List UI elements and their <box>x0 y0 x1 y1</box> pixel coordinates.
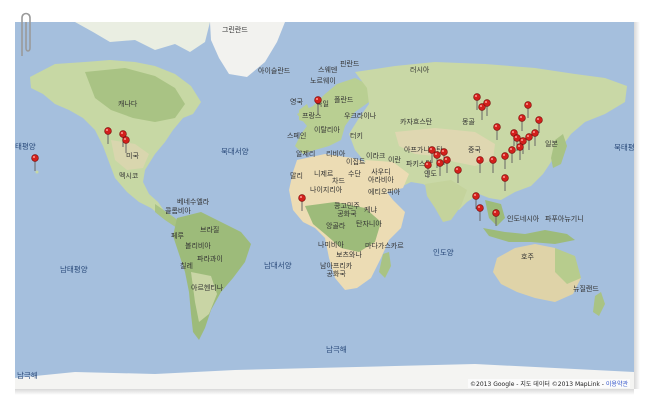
country-label-kenya: 케냐 <box>364 206 377 214</box>
map-copyright: ©2013 Google - 지도 데이터 ©2013 MapLink - 이용… <box>468 379 630 388</box>
country-label-venezuela: 베네수엘라 <box>177 198 210 206</box>
country-label-bolivia: 볼리비아 <box>185 242 211 250</box>
ocean-label-pacific-n-right: 북태평양 <box>614 143 634 152</box>
country-label-sweden: 스웨덴 <box>318 66 338 74</box>
country-label-sudan: 수단 <box>348 170 361 178</box>
country-label-finland: 핀란드 <box>340 60 360 68</box>
ocean-label-indian: 인도양 <box>433 248 454 257</box>
country-label-australia: 호주 <box>521 253 534 261</box>
country-label-iraq: 이라크 <box>366 152 386 160</box>
copyright-text: ©2013 Google - 지도 데이터 ©2013 MapLink - <box>470 381 604 388</box>
country-label-egypt: 이집트 <box>346 158 366 166</box>
map-pin-icon[interactable] <box>104 127 114 145</box>
country-label-botswana: 보츠와나 <box>336 251 362 259</box>
country-label-italy: 이탈리아 <box>314 126 340 134</box>
frame-shadow-right <box>634 22 640 389</box>
map-pin-icon[interactable] <box>501 152 511 170</box>
map-pin-icon[interactable] <box>476 156 486 174</box>
map-pin-icon[interactable] <box>122 136 132 154</box>
country-label-japan: 일본 <box>545 140 558 148</box>
ocean-label-pacific-n-left: 태평양 <box>15 142 36 151</box>
country-label-newzealand: 뉴질랜드 <box>573 285 599 293</box>
country-label-southafrica: 남아프리카 공화국 <box>320 262 353 278</box>
ocean-label-antarctica-left: 남극해 <box>17 371 38 380</box>
country-label-ethiopia: 에티오피아 <box>368 188 401 196</box>
map-pin-icon[interactable] <box>314 96 324 114</box>
map-pin-icon[interactable] <box>492 209 502 227</box>
country-label-iran: 이란 <box>388 156 401 164</box>
country-label-russia: 러시아 <box>410 66 430 74</box>
country-label-colombia: 콜롬비아 <box>165 207 191 215</box>
country-label-argentina: 아르헨티나 <box>191 284 224 292</box>
photo-frame: 그린란드 아이슬란드 노르웨이 스웨덴 핀란드 러시아 영국 독일 폴란드 우크라이나 프랑스 스페인… <box>0 0 649 408</box>
country-label-algeria: 알제리 <box>296 150 316 158</box>
country-label-libya: 리비아 <box>326 150 346 158</box>
country-label-chile: 칠레 <box>180 262 193 270</box>
country-label-angola: 앙골라 <box>326 222 346 230</box>
map-pin-icon[interactable] <box>493 123 503 141</box>
country-label-iceland: 아이슬란드 <box>258 67 291 75</box>
world-map[interactable]: 그린란드 아이슬란드 노르웨이 스웨덴 핀란드 러시아 영국 독일 폴란드 우크라이나 프랑스 스페인… <box>15 22 634 389</box>
country-label-canada: 캐나다 <box>118 100 138 108</box>
ocean-label-atlantic-n: 북대서양 <box>221 147 249 156</box>
country-label-chad: 차드 <box>332 177 345 185</box>
map-pin-icon[interactable] <box>298 194 308 212</box>
country-label-niger: 니제르 <box>314 170 334 178</box>
frame-shadow-bottom <box>15 389 634 395</box>
map-pin-icon[interactable] <box>31 154 41 172</box>
country-label-greenland: 그린란드 <box>222 26 248 34</box>
country-label-madagascar: 마다가스카르 <box>365 242 404 250</box>
map-pin-icon[interactable] <box>501 174 511 192</box>
country-label-kazakhstan: 카자흐스탄 <box>400 118 433 126</box>
map-pin-icon[interactable] <box>524 101 534 119</box>
country-label-peru: 페루 <box>171 232 184 240</box>
country-label-poland: 폴란드 <box>334 96 354 104</box>
country-label-brazil: 브라질 <box>200 226 220 234</box>
country-label-mongolia: 몽골 <box>462 118 475 126</box>
ocean-label-pacific-s: 남태평양 <box>60 265 88 274</box>
map-pin-icon[interactable] <box>454 166 464 184</box>
country-label-ukraine: 우크라이나 <box>344 112 377 120</box>
map-pin-icon[interactable] <box>483 99 493 117</box>
map-pin-icon[interactable] <box>424 161 434 179</box>
paperclip-icon <box>21 12 31 56</box>
country-label-nigeria: 나이지리아 <box>310 186 343 194</box>
country-label-turkey: 터키 <box>350 132 363 140</box>
map-pin-icon[interactable] <box>443 156 453 174</box>
country-label-uk: 영국 <box>290 98 303 106</box>
ocean-label-antarctica: 남극해 <box>326 345 347 354</box>
country-label-tanzania: 탄자니아 <box>356 220 382 228</box>
country-label-paraguay: 파라과이 <box>197 255 223 263</box>
country-label-norway: 노르웨이 <box>310 77 336 85</box>
map-pin-icon[interactable] <box>531 129 541 147</box>
country-label-papua: 파푸아뉴기니 <box>545 215 584 223</box>
country-label-drc: 콩고민주 공화국 <box>334 202 360 218</box>
country-label-china: 중국 <box>468 146 481 154</box>
country-label-spain: 스페인 <box>287 132 307 140</box>
country-label-mexico: 멕시코 <box>119 172 139 180</box>
map-pin-icon[interactable] <box>476 204 486 222</box>
country-label-mali: 말리 <box>290 172 303 180</box>
terms-link[interactable]: 이용약관 <box>606 381 628 388</box>
map-pin-icon[interactable] <box>489 156 499 174</box>
ocean-label-atlantic-s: 남대서양 <box>264 261 292 270</box>
country-label-namibia: 나미비아 <box>318 241 344 249</box>
country-label-saudi: 사우디 아라비아 <box>368 168 394 184</box>
country-label-indonesia: 인도네시아 <box>507 215 540 223</box>
